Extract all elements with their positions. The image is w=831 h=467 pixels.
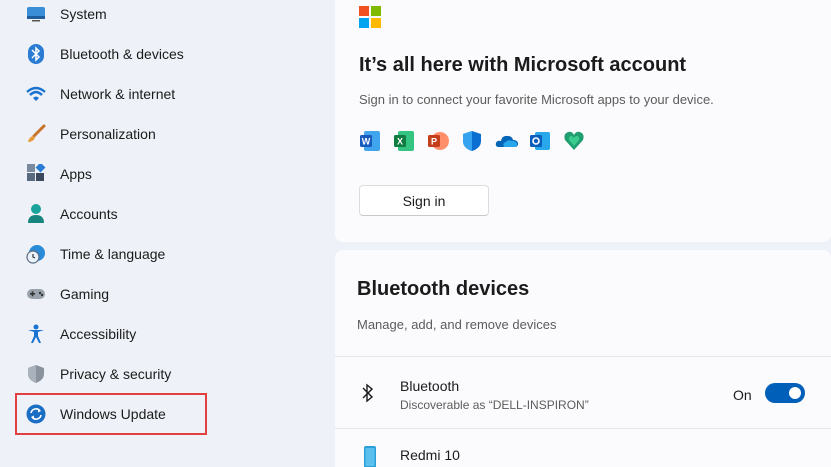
microsoft-account-card: It’s all here with Microsoft account Sig… xyxy=(335,0,831,242)
microsoft-card-subtitle: Sign in to connect your favorite Microso… xyxy=(359,92,714,107)
sidebar-item-label: Gaming xyxy=(60,286,110,302)
wifi-icon xyxy=(26,84,46,104)
outlook-icon xyxy=(529,130,551,152)
apps-icon xyxy=(26,164,46,184)
bluetooth-row-subtitle: Discoverable as “DELL-INSPIRON” xyxy=(400,398,589,412)
main-content: It’s all here with Microsoft account Sig… xyxy=(335,0,831,467)
bluetooth-toggle-label: On xyxy=(733,387,752,403)
microsoft-logo-icon xyxy=(359,6,381,33)
svg-text:P: P xyxy=(431,137,437,147)
bluetooth-devices-card: Bluetooth devices Manage, add, and remov… xyxy=(335,250,831,467)
excel-icon: X xyxy=(393,130,415,152)
sidebar-item-label: Accessibility xyxy=(60,326,137,342)
divider xyxy=(335,356,831,357)
sidebar-item-label: System xyxy=(60,6,107,22)
sidebar-item-accounts[interactable]: Accounts xyxy=(18,196,318,232)
sidebar-item-gaming[interactable]: Gaming xyxy=(18,276,318,312)
defender-icon xyxy=(461,130,483,152)
accessibility-icon xyxy=(26,324,46,344)
onedrive-icon xyxy=(495,130,518,152)
sidebar-item-label: Personalization xyxy=(60,126,156,142)
powerpoint-icon: P xyxy=(427,130,449,152)
bluetooth-toggle[interactable] xyxy=(765,383,805,403)
sidebar-item-network-internet[interactable]: Network & internet xyxy=(18,76,318,112)
sidebar-item-system[interactable]: System xyxy=(18,0,318,32)
sidebar-item-accessibility[interactable]: Accessibility xyxy=(18,316,318,352)
bluetooth-row-title: Bluetooth xyxy=(400,378,460,394)
more-options-button[interactable]: ... xyxy=(775,460,790,467)
sidebar-item-privacy-security[interactable]: Privacy & security xyxy=(18,356,318,392)
windows-update-highlight xyxy=(15,393,207,435)
sidebar-item-label: Time & language xyxy=(60,246,166,262)
bluetooth-glyph-icon xyxy=(361,383,375,408)
shield-icon xyxy=(26,364,46,384)
microsoft-app-icons: W X P xyxy=(359,130,597,152)
microsoft-card-title: It’s all here with Microsoft account xyxy=(359,54,687,76)
sidebar-item-bluetooth-devices[interactable]: Bluetooth & devices xyxy=(18,36,318,72)
settings-sidebar: System Bluetooth & devices Network & int… xyxy=(0,0,335,467)
globe-clock-icon xyxy=(26,244,46,264)
svg-text:W: W xyxy=(362,137,371,147)
monitor-icon xyxy=(26,4,46,24)
phone-icon xyxy=(363,446,377,467)
sidebar-item-time-language[interactable]: Time & language xyxy=(18,236,318,272)
word-icon: W xyxy=(359,130,381,152)
sidebar-item-label: Bluetooth & devices xyxy=(60,46,184,62)
toggle-knob xyxy=(789,387,801,399)
sidebar-item-label: Accounts xyxy=(60,206,118,222)
sidebar-item-personalization[interactable]: Personalization xyxy=(18,116,318,152)
sidebar-item-label: Network & internet xyxy=(60,86,176,102)
bluetooth-card-title: Bluetooth devices xyxy=(357,278,530,300)
bluetooth-card-subtitle: Manage, add, and remove devices xyxy=(357,317,557,332)
gamepad-icon xyxy=(26,284,46,304)
divider xyxy=(335,428,831,429)
sidebar-item-label: Privacy & security xyxy=(60,366,172,382)
bluetooth-icon xyxy=(26,44,46,64)
sign-in-button[interactable]: Sign in xyxy=(359,185,489,216)
brush-icon xyxy=(26,124,46,144)
device-row-title: Redmi 10 xyxy=(400,447,460,463)
svg-text:X: X xyxy=(397,137,403,147)
family-icon xyxy=(563,130,585,152)
person-icon xyxy=(26,204,46,224)
sidebar-item-label: Apps xyxy=(60,166,92,182)
sidebar-item-apps[interactable]: Apps xyxy=(18,156,318,192)
